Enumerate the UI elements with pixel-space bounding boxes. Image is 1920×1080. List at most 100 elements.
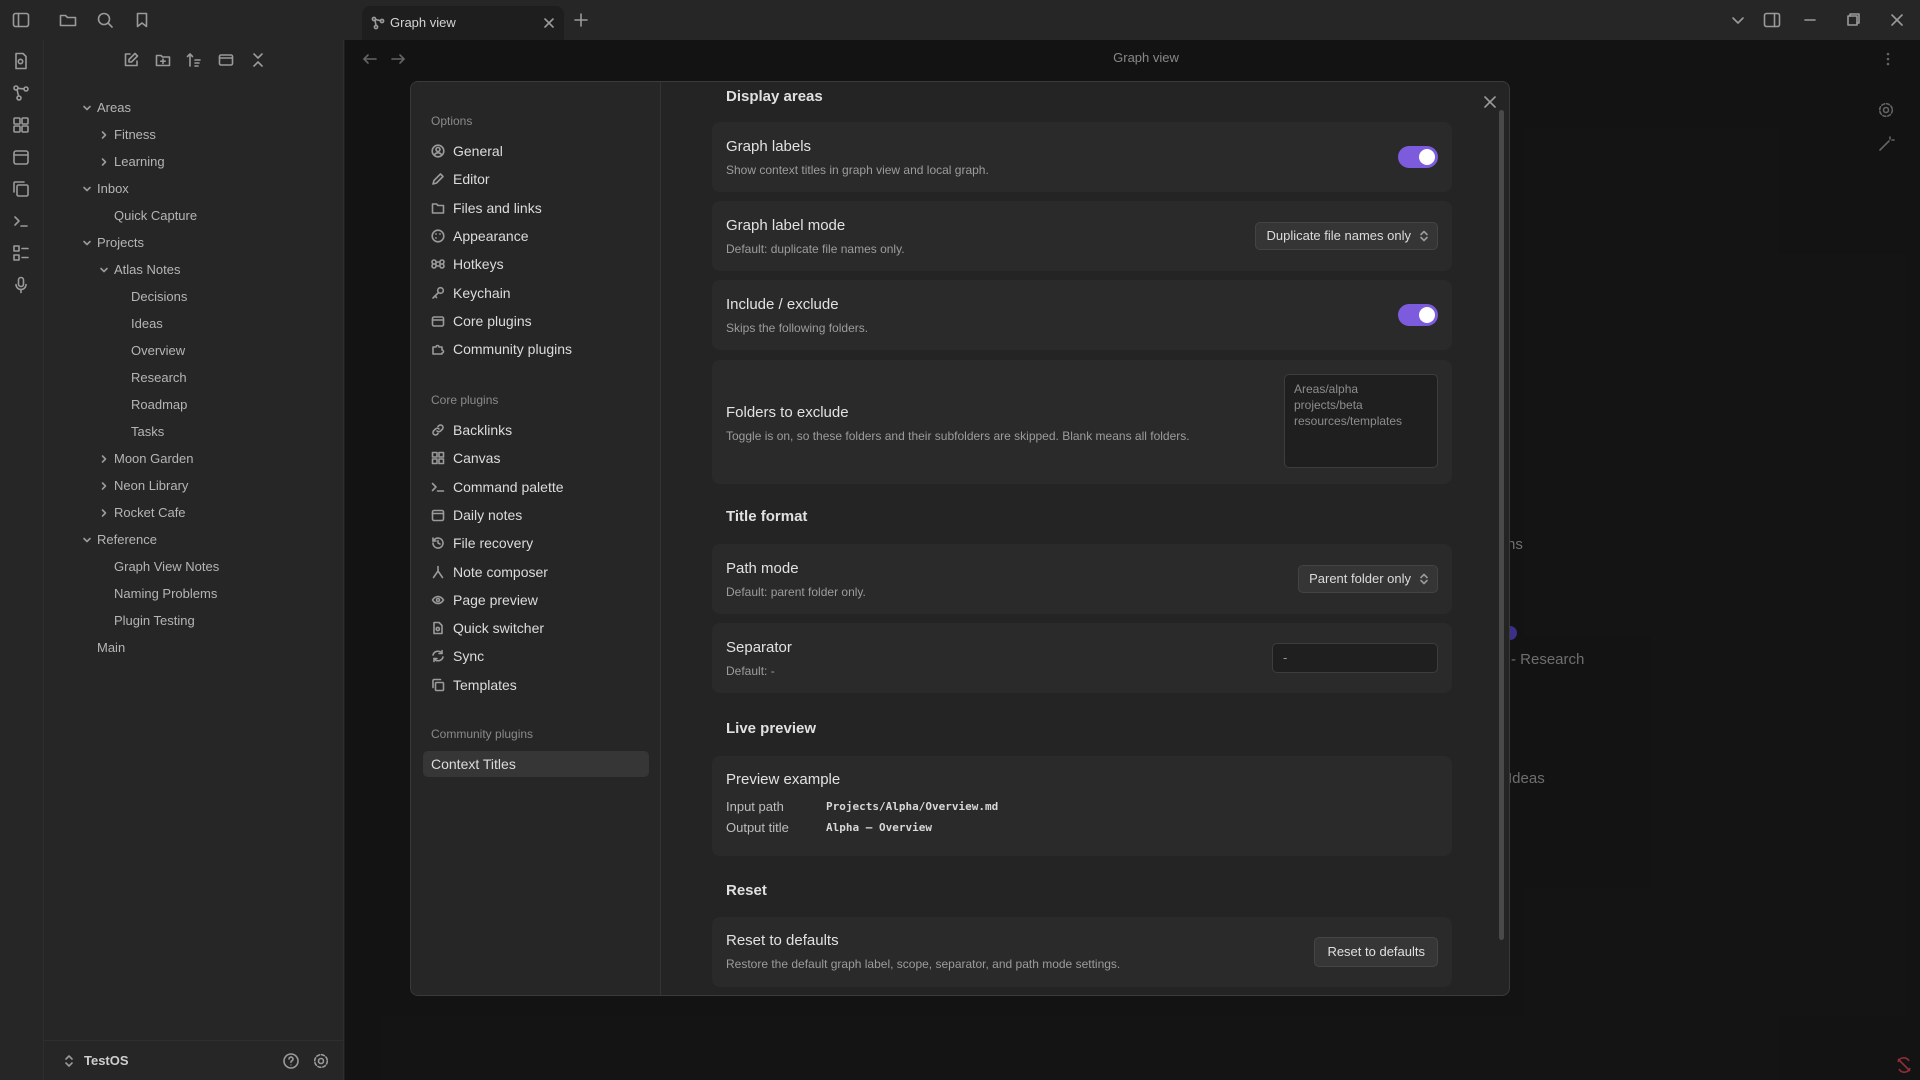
list-icon[interactable]: [11, 243, 31, 263]
settings-gear-icon[interactable]: [312, 1052, 330, 1070]
help-icon[interactable]: [282, 1052, 300, 1070]
new-tab-icon[interactable]: [572, 11, 594, 33]
chevron-right-icon[interactable]: [98, 480, 110, 492]
nav-item-label: Page preview: [453, 591, 538, 608]
folder-item[interactable]: Neon Library: [101, 475, 188, 497]
graph-view-icon[interactable]: [11, 83, 31, 103]
tree-item-label: Learning: [114, 154, 165, 169]
nav-item-keychain[interactable]: Keychain: [423, 280, 649, 306]
graph-label-mode-dropdown[interactable]: Duplicate file names only: [1255, 222, 1438, 250]
file-item[interactable]: Naming Problems: [114, 583, 217, 605]
folder-item[interactable]: Projects: [83, 232, 144, 254]
sort-icon[interactable]: [185, 51, 203, 69]
tab-label: Graph view: [390, 15, 456, 30]
settings-nav: Options General Editor Files and links Appea…: [411, 82, 661, 995]
nav-item-editor[interactable]: Editor: [423, 166, 649, 192]
tab-list-chevron-down-icon[interactable]: [1728, 10, 1748, 30]
collapse-all-icon[interactable]: [249, 51, 267, 69]
chevron-down-icon[interactable]: [81, 534, 93, 546]
path-mode-dropdown[interactable]: Parent folder only: [1298, 565, 1438, 593]
folder-icon[interactable]: [58, 10, 80, 32]
close-window-icon[interactable]: [1887, 10, 1907, 30]
nav-item-label: Daily notes: [453, 506, 523, 523]
settings-modal: Options General Editor Files and links Appea…: [410, 81, 1510, 996]
bookmark-icon[interactable]: [132, 10, 154, 32]
chevron-down-icon[interactable]: [81, 237, 93, 249]
tree-item-label: Fitness: [114, 127, 156, 142]
auto-reveal-icon[interactable]: [217, 51, 235, 69]
nav-item-core-plugins[interactable]: Core plugins: [423, 308, 649, 334]
nav-item-command-palette[interactable]: Command palette: [423, 474, 649, 500]
chevron-down-icon[interactable]: [81, 102, 93, 114]
right-sidebar-toggle-icon[interactable]: [1762, 10, 1782, 30]
maximize-icon[interactable]: [1843, 10, 1863, 30]
chevron-right-icon[interactable]: [98, 507, 110, 519]
folder-item[interactable]: Atlas Notes: [100, 259, 180, 281]
user-circle-icon: [431, 144, 445, 158]
nav-item-general[interactable]: General: [423, 138, 649, 164]
folder-item[interactable]: Rocket Cafe: [101, 502, 186, 524]
nav-item-page-preview[interactable]: Page preview: [423, 587, 649, 613]
folder-item[interactable]: Inbox: [83, 178, 129, 200]
settings-scrollbar[interactable]: [1499, 110, 1504, 940]
nav-item-context-titles[interactable]: Context Titles: [423, 751, 649, 777]
file-item[interactable]: Roadmap: [131, 394, 187, 416]
file-item[interactable]: Plugin Testing: [114, 610, 195, 632]
file-item[interactable]: Tasks: [131, 421, 164, 443]
nav-item-note-composer[interactable]: Note composer: [423, 559, 649, 585]
nav-item-quick-switcher[interactable]: Quick switcher: [423, 615, 649, 641]
folders-to-exclude-textarea[interactable]: Areas/alpha projects/beta resources/temp…: [1284, 374, 1438, 468]
file-item[interactable]: Research: [131, 367, 187, 389]
file-item[interactable]: Overview: [131, 340, 185, 362]
chevron-right-icon[interactable]: [98, 453, 110, 465]
nav-item-appearance[interactable]: Appearance: [423, 223, 649, 249]
file-item[interactable]: Decisions: [131, 286, 187, 308]
chevron-down-icon[interactable]: [81, 183, 93, 195]
graph-labels-toggle[interactable]: [1398, 146, 1438, 168]
nav-item-community-plugins[interactable]: Community plugins: [423, 336, 649, 362]
pencil-icon: [431, 172, 445, 186]
command-palette-icon[interactable]: [11, 211, 31, 231]
file-item[interactable]: Graph View Notes: [114, 556, 219, 578]
file-item[interactable]: Main: [97, 637, 125, 659]
tree-item-label: Projects: [97, 235, 144, 250]
folder-item[interactable]: Moon Garden: [101, 448, 194, 470]
include-exclude-toggle[interactable]: [1398, 304, 1438, 326]
quick-switcher-icon[interactable]: [11, 51, 31, 71]
file-item[interactable]: Ideas: [131, 313, 163, 335]
puzzle-icon: [431, 342, 445, 356]
nav-item-canvas[interactable]: Canvas: [423, 445, 649, 471]
nav-item-files-and-links[interactable]: Files and links: [423, 195, 649, 221]
nav-item-templates[interactable]: Templates: [423, 672, 649, 698]
folder-item[interactable]: Learning: [101, 151, 165, 173]
search-icon[interactable]: [95, 10, 117, 32]
templates-icon[interactable]: [11, 179, 31, 199]
vault-switcher[interactable]: TestOS: [44, 1040, 344, 1080]
calendar-icon[interactable]: [11, 147, 31, 167]
tab-graph-view[interactable]: Graph view: [362, 6, 564, 40]
reset-to-defaults-button[interactable]: Reset to defaults: [1314, 937, 1438, 967]
folder-item[interactable]: Fitness: [101, 124, 156, 146]
nav-item-daily-notes[interactable]: Daily notes: [423, 502, 649, 528]
chevron-right-icon[interactable]: [98, 156, 110, 168]
nav-item-backlinks[interactable]: Backlinks: [423, 417, 649, 443]
sidebar-toggle-icon[interactable]: [11, 10, 33, 32]
canvas-icon[interactable]: [11, 115, 31, 135]
chevron-down-icon[interactable]: [98, 264, 110, 276]
minimize-icon[interactable]: [1800, 10, 1820, 30]
new-note-icon[interactable]: [122, 51, 140, 69]
setting-name: Path mode: [726, 560, 799, 577]
file-item[interactable]: Quick Capture: [114, 205, 197, 227]
new-folder-icon[interactable]: [154, 51, 172, 69]
separator-input[interactable]: -: [1272, 643, 1438, 673]
chevron-updown-icon: [1419, 230, 1429, 242]
nav-item-hotkeys[interactable]: Hotkeys: [423, 251, 649, 277]
chevron-right-icon[interactable]: [98, 129, 110, 141]
nav-item-sync[interactable]: Sync: [423, 643, 649, 669]
nav-item-label: Canvas: [453, 450, 501, 467]
folder-item[interactable]: Areas: [83, 97, 131, 119]
close-tab-icon[interactable]: [542, 16, 556, 30]
nav-item-file-recovery[interactable]: File recovery: [423, 530, 649, 556]
microphone-icon[interactable]: [11, 275, 31, 295]
folder-item[interactable]: Reference: [83, 529, 157, 551]
